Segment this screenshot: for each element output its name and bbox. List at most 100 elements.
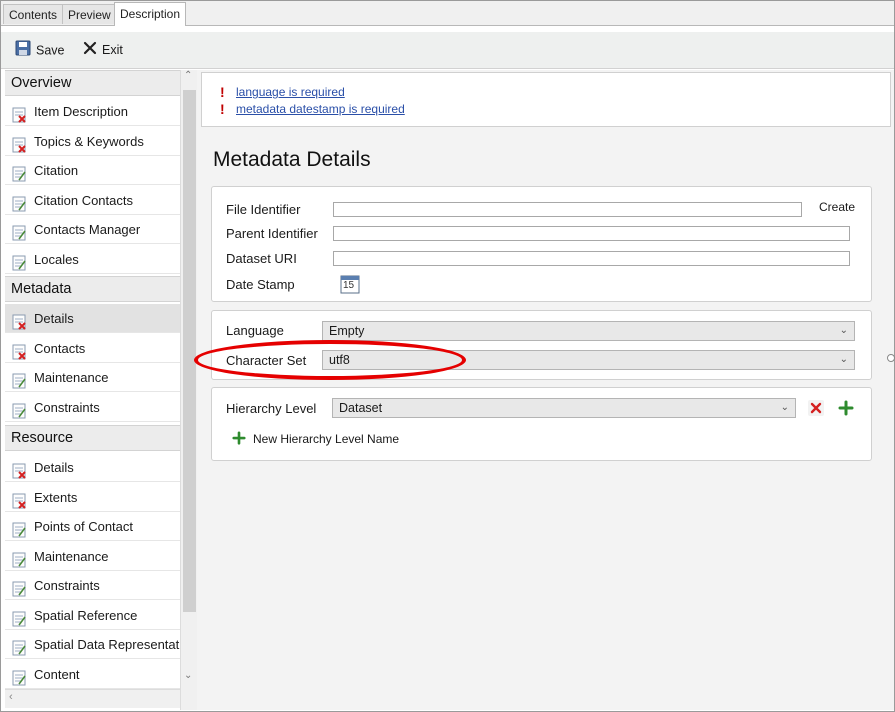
file-identifier-field[interactable]: [333, 202, 802, 217]
close-icon: [83, 41, 97, 61]
new-hierarchy-level-name-button[interactable]: New Hierarchy Level Name: [253, 432, 399, 446]
sidebar-item-label: Spatial Data Representat: [34, 637, 179, 652]
page-title: Metadata Details: [213, 148, 371, 172]
file-identifier-label: File Identifier: [226, 202, 300, 217]
highlight-oval: [194, 340, 466, 380]
scrollbar-thumb[interactable]: [183, 90, 196, 612]
hierarchy-panel: Hierarchy Level Dataset ⌄ New Hierarchy …: [211, 387, 872, 461]
sidebar-item-metadata-constraints[interactable]: Constraints: [5, 393, 180, 422]
page-check-icon: [12, 549, 26, 565]
exit-label: Exit: [102, 43, 123, 57]
calendar-icon[interactable]: 15: [340, 274, 360, 294]
page-check-icon: [12, 252, 26, 268]
save-label: Save: [36, 43, 65, 57]
sidebar-item-overview-citation[interactable]: Citation: [5, 156, 180, 185]
save-button[interactable]: Save: [15, 40, 65, 60]
sidebar-item-label: Extents: [34, 490, 77, 505]
save-icon: [15, 40, 31, 62]
language-value: Empty: [329, 324, 364, 338]
delete-icon: [808, 400, 824, 416]
tab-preview[interactable]: Preview: [62, 4, 117, 24]
parent-identifier-field[interactable]: [333, 226, 850, 241]
hierarchy-level-label: Hierarchy Level: [226, 401, 316, 416]
calendar-day: 15: [343, 280, 354, 291]
page-check-icon: [12, 163, 26, 179]
sidebar-item-metadata-details[interactable]: Details: [5, 304, 180, 333]
section-overview[interactable]: Overview: [5, 70, 180, 96]
sidebar-item-label: Contacts: [34, 341, 85, 356]
sidebar-item-label: Spatial Reference: [34, 608, 137, 623]
sidebar-item-label: Contacts Manager: [34, 222, 140, 237]
error-icon: !: [220, 84, 226, 100]
tab-contents[interactable]: Contents: [3, 4, 63, 24]
tab-description[interactable]: Description: [114, 2, 186, 26]
sidebar-item-label: Topics & Keywords: [34, 134, 144, 149]
sidebar-item-label: Points of Contact: [34, 519, 133, 534]
error-icon: !: [220, 101, 226, 117]
hierarchy-level-value: Dataset: [339, 401, 382, 415]
section-resource[interactable]: Resource: [5, 425, 180, 451]
language-select[interactable]: Empty ⌄: [322, 321, 855, 341]
sidebar-item-label: Citation Contacts: [34, 193, 133, 208]
sidebar-item-metadata-contacts[interactable]: Contacts: [5, 334, 180, 363]
page-error-icon: [12, 460, 26, 476]
sidebar-item-label: Locales: [34, 252, 79, 267]
parent-identifier-label: Parent Identifier: [226, 226, 318, 241]
main-content: ! language is required ! metadata datest…: [197, 70, 894, 710]
page-error-icon: [12, 490, 26, 506]
error-link-language[interactable]: language is required: [236, 85, 345, 99]
date-stamp-label: Date Stamp: [226, 277, 295, 292]
sidebar-item-label: Maintenance: [34, 370, 108, 385]
sidebar-item-label: Maintenance: [34, 549, 108, 564]
error-link-datestamp[interactable]: metadata datestamp is required: [236, 102, 405, 116]
scroll-down-icon[interactable]: ⌄: [184, 670, 192, 681]
sidebar: Overview Item Description Topics & Keywor…: [5, 70, 196, 710]
sidebar-item-metadata-maintenance[interactable]: Maintenance: [5, 363, 180, 392]
chevron-down-icon: ⌄: [840, 351, 848, 369]
page-check-icon: [12, 222, 26, 238]
chevron-down-icon: ⌄: [840, 322, 848, 340]
sidebar-item-resource-spatial-data-representat[interactable]: Spatial Data Representat: [5, 630, 180, 659]
page-check-icon: [12, 667, 26, 683]
page-error-icon: [12, 341, 26, 357]
scroll-left-icon[interactable]: ‹: [9, 691, 13, 703]
horizontal-scrollbar[interactable]: ‹: [5, 689, 180, 708]
exit-button[interactable]: Exit: [83, 40, 123, 60]
sidebar-item-overview-contacts-manager[interactable]: Contacts Manager: [5, 215, 180, 244]
sidebar-item-overview-locales[interactable]: Locales: [5, 245, 180, 274]
page-error-icon: [12, 104, 26, 120]
sidebar-item-resource-points-of-contact[interactable]: Points of Contact: [5, 512, 180, 541]
sidebar-item-label: Constraints: [34, 400, 100, 415]
sidebar-item-resource-details[interactable]: Details: [5, 453, 180, 482]
remove-hierarchy-button[interactable]: [808, 400, 824, 416]
chevron-down-icon: ⌄: [781, 399, 789, 417]
plus-icon[interactable]: [232, 431, 248, 447]
tab-strip: Contents Preview Description: [1, 1, 894, 26]
add-hierarchy-button[interactable]: [838, 400, 854, 416]
sidebar-item-label: Details: [34, 460, 74, 475]
sidebar-item-overview-topics-keywords[interactable]: Topics & Keywords: [5, 127, 180, 156]
create-button[interactable]: Create: [819, 200, 855, 214]
sidebar-item-resource-constraints[interactable]: Constraints: [5, 571, 180, 600]
page-check-icon: [12, 370, 26, 386]
sidebar-item-overview-item-description[interactable]: Item Description: [5, 97, 180, 126]
page-error-icon: [12, 134, 26, 150]
scroll-up-icon[interactable]: ⌃: [184, 70, 192, 81]
sidebar-item-resource-content[interactable]: Content: [5, 660, 180, 689]
dataset-uri-label: Dataset URI: [226, 251, 297, 266]
sidebar-item-resource-extents[interactable]: Extents: [5, 483, 180, 512]
sidebar-item-label: Citation: [34, 163, 78, 178]
dataset-uri-field[interactable]: [333, 251, 850, 266]
section-metadata[interactable]: Metadata: [5, 276, 180, 302]
toolbar: Save Exit: [1, 32, 894, 69]
hierarchy-level-select[interactable]: Dataset ⌄: [332, 398, 796, 418]
language-label: Language: [226, 323, 284, 338]
sidebar-item-resource-maintenance[interactable]: Maintenance: [5, 542, 180, 571]
sidebar-item-resource-spatial-reference[interactable]: Spatial Reference: [5, 601, 180, 630]
sidebar-item-label: Content: [34, 667, 80, 682]
resize-handle[interactable]: [887, 354, 895, 362]
sidebar-item-label: Item Description: [34, 104, 128, 119]
page-check-icon: [12, 578, 26, 594]
identifier-panel: File Identifier Create Parent Identifier…: [211, 186, 872, 302]
sidebar-item-overview-citation-contacts[interactable]: Citation Contacts: [5, 186, 180, 215]
